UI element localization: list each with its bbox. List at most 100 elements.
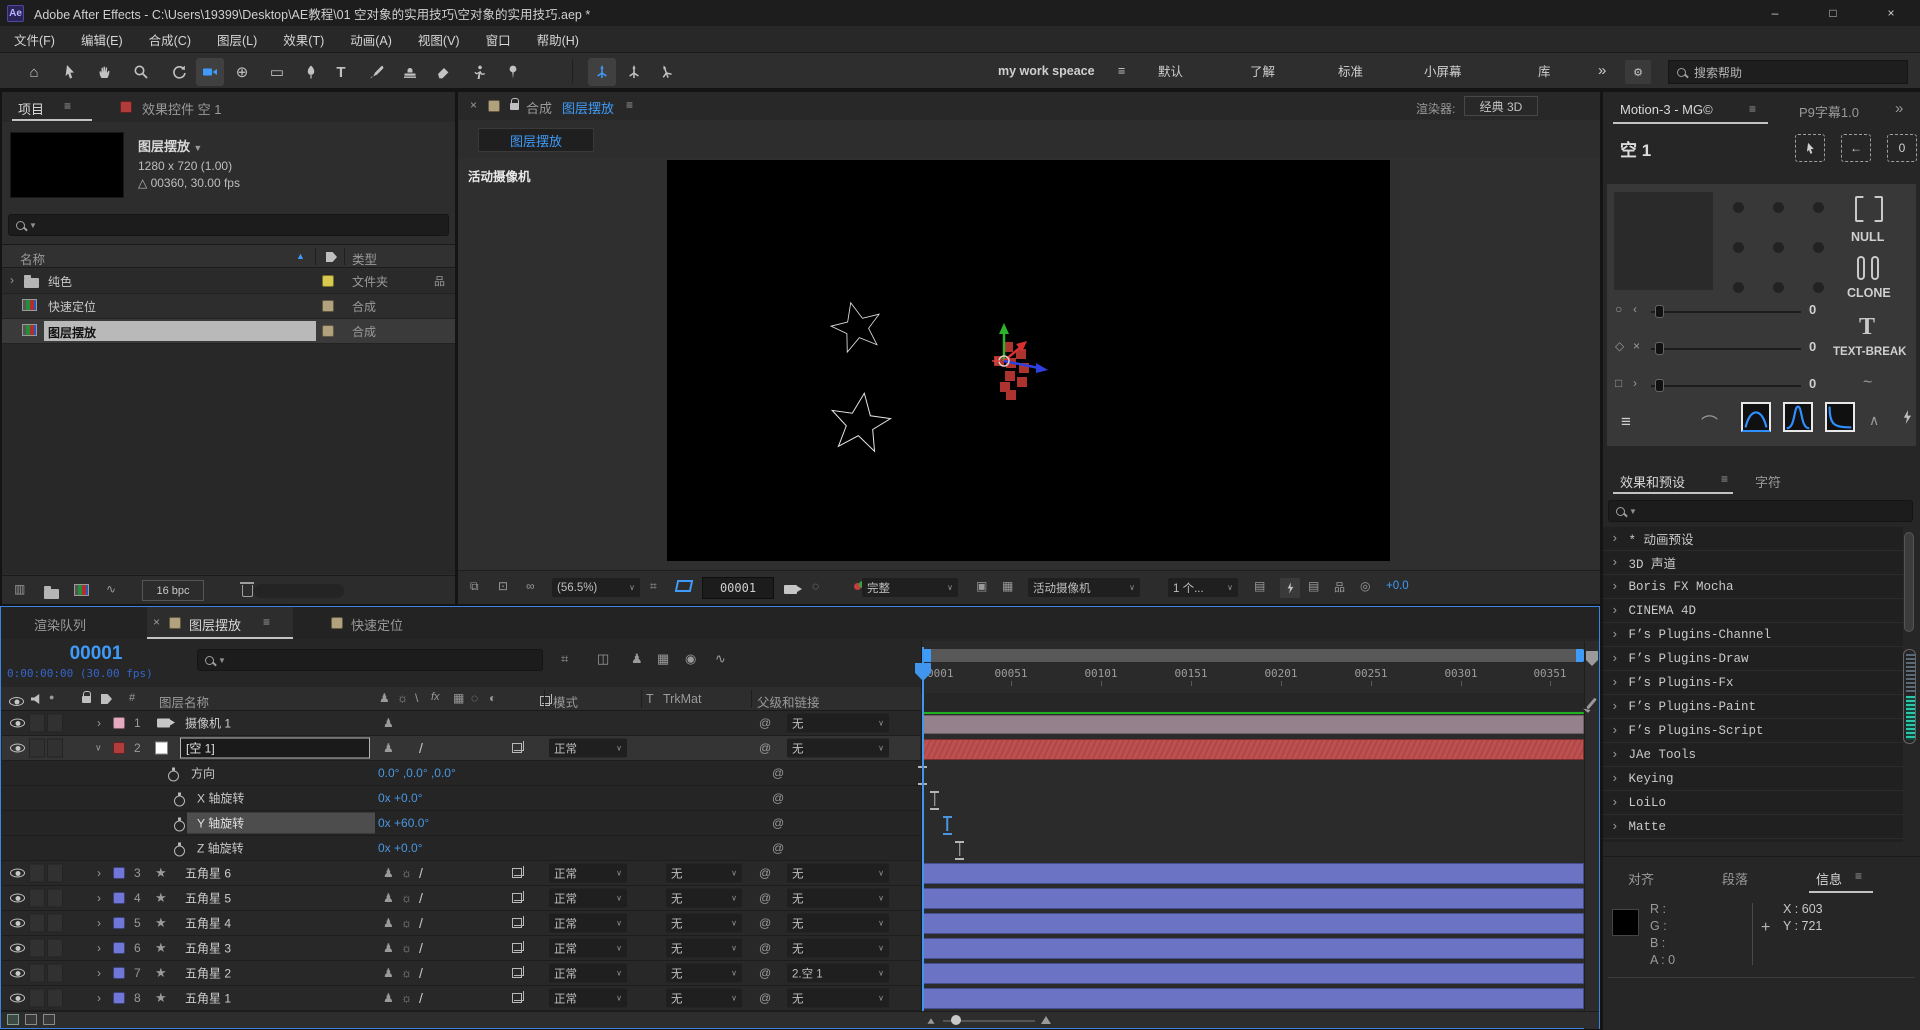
stopwatch-icon[interactable] (168, 771, 179, 782)
tab-quick-position[interactable]: 快速定位 (351, 615, 403, 634)
stopwatch-icon[interactable] (174, 796, 185, 807)
text-break-t-icon[interactable]: T (1859, 314, 1875, 341)
clone-capsule-icon[interactable] (1857, 256, 1865, 280)
label-chip-violet[interactable] (113, 892, 125, 904)
playhead-line[interactable] (922, 647, 924, 1011)
grid-dot[interactable] (1733, 282, 1744, 293)
label-column-icon[interactable] (101, 694, 112, 704)
comp-viewer-subtab[interactable]: 图层摆放 (478, 128, 594, 152)
tab-effects-presets[interactable]: 效果和预设 (1620, 472, 1685, 491)
workspace-tab-standard[interactable]: 标准 (1338, 53, 1363, 88)
slider-value[interactable]: 0 (1809, 376, 1816, 391)
pickwhip-icon[interactable]: @ (759, 941, 771, 955)
pickwhip-icon[interactable]: @ (772, 766, 784, 780)
trkmat-dropdown[interactable]: 无∨ (666, 914, 742, 933)
label-chip-violet[interactable] (113, 967, 125, 979)
effects-category[interactable]: ›LoiLo (1603, 791, 1903, 815)
parent-dropdown[interactable]: 无∨ (787, 714, 889, 733)
slider-value[interactable]: 0 (1809, 339, 1816, 354)
renderer-button[interactable]: 经典 3D (1464, 96, 1538, 116)
layer-name-edit-field[interactable]: [空 1] (180, 738, 370, 759)
layer-bar-star-1[interactable] (923, 988, 1584, 1009)
show-snapshot-icon[interactable]: ◌ (812, 579, 819, 593)
trkmat-column[interactable]: TrkMat (663, 692, 701, 706)
pickwhip-icon[interactable]: @ (759, 741, 771, 755)
label-chip-yellow[interactable] (322, 275, 334, 287)
property-row-orientation[interactable]: 方向 0.0° ,0.0° ,0.0° @ (2, 761, 920, 786)
trash-icon[interactable] (242, 585, 253, 597)
layer-row-star-4[interactable]: › 5 ★ 五角星 4 ♟ ☼ / 正常∨ 无∨ @ 无∨ (2, 911, 920, 936)
trkmat-dropdown[interactable]: 无∨ (666, 964, 742, 983)
expand-chevron-icon[interactable]: › (97, 716, 101, 730)
menu-file[interactable]: 文件(F) (14, 30, 55, 49)
composition-stage[interactable] (667, 160, 1390, 561)
new-composition-icon[interactable] (74, 584, 89, 596)
workspace-overflow-icon[interactable]: » (1598, 53, 1606, 88)
lightning-icon[interactable] (1903, 410, 1912, 424)
collapse-switch-icon[interactable]: ☼ (401, 916, 412, 930)
lock-icon[interactable] (510, 103, 519, 110)
ease-curve-button-3[interactable] (1825, 402, 1855, 432)
snapshot-camera-icon[interactable] (784, 585, 797, 594)
solo-column-icon[interactable]: ● (49, 692, 54, 702)
view-layout-dropdown[interactable]: 1 个... ∨ (1168, 578, 1238, 597)
grid-dot[interactable] (1773, 202, 1784, 213)
slider-handle[interactable] (1655, 342, 1664, 355)
effects-category[interactable]: ›F’s Plugins-Channel (1603, 623, 1903, 647)
ease-curve-button-2[interactable] (1783, 402, 1813, 432)
quality-switch-icon[interactable]: / (419, 990, 423, 1006)
expand-layer-switches-button[interactable] (7, 1014, 19, 1025)
null-button-label[interactable]: NULL (1851, 230, 1884, 244)
project-info-name[interactable]: 图层摆放 (138, 139, 190, 154)
effects-category[interactable]: ›3D 声道 (1603, 551, 1903, 575)
quality-switch-icon[interactable]: / (419, 890, 423, 906)
layer-name[interactable]: 摄像机 1 (185, 715, 231, 732)
grid-dot[interactable] (1813, 242, 1824, 253)
layer-name[interactable]: 五角星 4 (185, 915, 231, 932)
layer-name[interactable]: 五角星 1 (185, 990, 231, 1007)
menu-layer[interactable]: 图层(L) (217, 30, 257, 49)
workspace-tab-learn[interactable]: 了解 (1250, 53, 1275, 88)
threed-switch-on-icon[interactable] (512, 993, 522, 1003)
effects-scrollbar[interactable] (1904, 532, 1914, 632)
shy-switch-icon[interactable]: ♟ (383, 891, 394, 905)
project-item-name[interactable]: 快速定位 (48, 298, 96, 315)
label-chip-tan[interactable] (322, 300, 334, 312)
layer-name[interactable]: 五角星 3 (185, 940, 231, 957)
work-area-start-handle[interactable] (923, 649, 931, 662)
adjustment-switch-icon[interactable]: ◐ (489, 691, 496, 705)
property-row-y-rotation-selected[interactable]: Y 轴旋转 0x +60.0° @ (2, 811, 920, 836)
tab-info[interactable]: 信息 (1816, 869, 1842, 888)
property-value[interactable]: 0.0° ,0.0° ,0.0° (378, 766, 456, 780)
t-column[interactable]: T (646, 692, 654, 706)
region-of-interest-icon[interactable]: ⌗ (650, 579, 657, 594)
mode-column[interactable]: 模式 (553, 692, 578, 711)
audio-column-speaker-icon[interactable] (31, 694, 42, 704)
layer-row-star-6[interactable]: › 3 ★ 五角星 6 ♟ ☼ / 正常∨ 无∨ @ 无∨ (2, 861, 920, 886)
effects-category[interactable]: ›F’s Plugins-Fx (1603, 671, 1903, 695)
expand-in-out-button[interactable] (43, 1014, 55, 1025)
graph-editor-icon[interactable]: ∿ (715, 651, 726, 667)
expand-chevron-icon[interactable]: › (97, 941, 101, 955)
tab-close-icon[interactable]: × (153, 615, 160, 629)
expand-chevron-icon[interactable]: › (97, 916, 101, 930)
pen-tool[interactable] (297, 58, 325, 86)
expand-transfer-controls-button[interactable] (25, 1014, 37, 1025)
layer-bar-null-selected[interactable] (923, 739, 1584, 760)
pickwhip-icon[interactable]: @ (759, 991, 771, 1005)
project-row-layer-placement-selected[interactable]: 图层摆放 合成 (2, 319, 455, 344)
timecode-display[interactable]: 0:00:00:00 (30.00 fps) (7, 667, 153, 680)
motion-blur-icon[interactable]: ◉ (685, 651, 696, 667)
property-name[interactable]: X 轴旋转 (197, 790, 244, 807)
always-preview-icon[interactable]: ⧉ (470, 579, 479, 594)
stopwatch-icon[interactable] (174, 821, 185, 832)
layer-row-star-2[interactable]: › 7 ★ 五角星 2 ♟ ☼ / 正常∨ 无∨ @ 2.空 1∨ (2, 961, 920, 986)
parent-dropdown[interactable]: 无∨ (787, 939, 889, 958)
transparency-grid-icon[interactable]: ▣ (976, 579, 987, 593)
stopwatch-icon[interactable] (174, 846, 185, 857)
expand-chevron-icon[interactable]: › (97, 866, 101, 880)
feather-icon[interactable]: ∿ (106, 582, 116, 596)
threed-switch-on-icon[interactable] (512, 893, 522, 903)
trkmat-dropdown[interactable]: 无∨ (666, 889, 742, 908)
plugin-menu-icon[interactable]: ≡ (1621, 412, 1631, 432)
